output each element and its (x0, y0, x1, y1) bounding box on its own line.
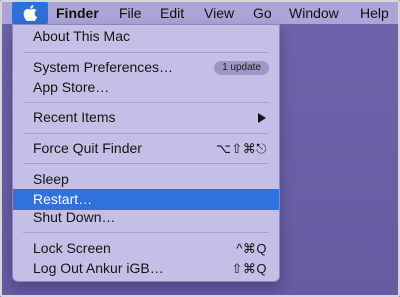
menu-edit[interactable]: Edit (160, 2, 184, 24)
update-badge: 1 update (214, 61, 269, 75)
menu-item-force-quit[interactable]: Force Quit Finder ⌥⇧⌘⎋ (13, 138, 279, 159)
menu-item-about-this-mac[interactable]: About This Mac (13, 26, 279, 47)
menu-item-label: App Store… (33, 79, 110, 95)
menu-item-sleep[interactable]: Sleep (13, 169, 279, 190)
menu-bar: Finder File Edit View Go Window Help (2, 2, 398, 24)
menu-item-label: System Preferences… (33, 59, 174, 75)
menu-file[interactable]: File (119, 2, 142, 24)
menu-item-log-out[interactable]: Log Out Ankur iGB… ⇧⌘Q (13, 258, 279, 279)
menu-separator (23, 102, 269, 103)
triangle-right-icon (258, 113, 266, 123)
menu-finder[interactable]: Finder (56, 2, 99, 24)
menu-separator (23, 232, 269, 233)
menu-item-label: Recent Items (33, 109, 116, 125)
keyboard-shortcut: ⌥⇧⌘⎋ (215, 141, 267, 156)
menu-item-recent-items[interactable]: Recent Items (13, 107, 279, 128)
menu-item-label: Log Out Ankur iGB… (33, 260, 164, 276)
menu-separator (23, 52, 269, 53)
keyboard-shortcut: ⇧⌘Q (231, 261, 267, 276)
menu-item-system-preferences[interactable]: System Preferences… 1 update (13, 57, 279, 78)
apple-menu-dropdown: About This Mac System Preferences… 1 upd… (12, 24, 280, 282)
apple-menu-button[interactable] (12, 2, 48, 24)
menu-item-shut-down[interactable]: Shut Down… (13, 207, 279, 228)
menu-view[interactable]: View (204, 2, 234, 24)
keyboard-shortcut: ^⌘Q (236, 241, 267, 256)
menu-item-label: Shut Down… (33, 209, 116, 225)
menu-item-app-store[interactable]: App Store… (13, 77, 279, 98)
menu-item-lock-screen[interactable]: Lock Screen ^⌘Q (13, 238, 279, 259)
menu-window[interactable]: Window (289, 2, 339, 24)
menu-separator (23, 163, 269, 164)
menu-separator (23, 133, 269, 134)
apple-icon (23, 5, 37, 21)
menu-item-label: Sleep (33, 171, 69, 187)
menu-help[interactable]: Help (360, 2, 389, 24)
menu-item-label: Lock Screen (33, 240, 111, 256)
menu-item-label: About This Mac (33, 28, 131, 44)
menu-item-label: Force Quit Finder (33, 140, 142, 156)
menu-go[interactable]: Go (253, 2, 272, 24)
